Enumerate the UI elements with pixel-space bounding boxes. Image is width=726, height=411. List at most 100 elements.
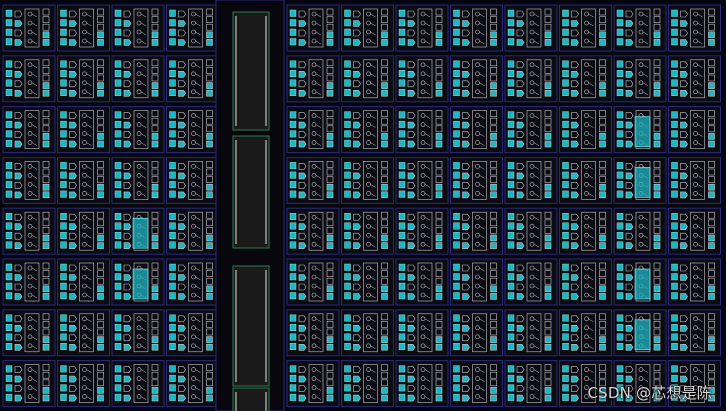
cell-block [453,162,460,170]
cell-block [114,139,122,147]
layout-tile [166,207,219,255]
io-cell [42,183,50,191]
gate-shape [178,191,186,199]
cell-block [562,139,569,147]
cell-block [5,190,13,198]
io-cell [97,133,104,140]
io-cell [381,39,388,46]
cell-block [616,333,624,341]
cell-block [562,212,569,220]
cell-block [5,241,13,249]
gate-shape [407,223,416,230]
cell-block [344,365,351,373]
gate-shape [625,191,634,199]
cell-block [344,393,351,401]
cell-block [60,343,67,350]
cell-block [398,282,406,290]
io-cell [599,191,606,199]
cell-block [289,292,297,300]
gate-shape [516,39,525,46]
cell-block [114,384,122,392]
cell-block [453,79,460,87]
layout-tile [504,360,558,408]
io-cell [708,336,715,343]
gate-shape [69,242,77,249]
io-cell [151,183,159,191]
io-cell [544,285,552,293]
cell-block [562,19,569,27]
cell-block [169,324,176,331]
gate-shape [462,375,470,383]
cell-block [507,19,515,27]
io-cell [599,31,606,39]
layout-tile [341,207,394,255]
routing-channel [215,0,285,411]
cell-block [616,314,624,322]
cell-block [562,324,569,331]
gate-shape [14,172,23,180]
io-cell [381,89,388,97]
io-cell [653,183,661,191]
layout-canvas[interactable] [0,0,726,411]
cell-block [344,38,351,46]
gate-shape [571,375,579,383]
gate-shape [353,121,361,129]
cell-block [562,343,569,350]
cell-block [289,393,297,401]
cell-block [671,130,678,138]
cell-block [616,38,624,46]
io-cell [544,31,552,39]
layout-tile [57,4,110,52]
gate-shape [353,20,361,27]
cell-block [289,139,297,147]
cell-block [398,79,406,87]
io-cell [544,183,552,191]
cell-block [507,181,515,189]
cell-block [289,273,297,281]
gate-shape [625,274,634,281]
io-cell [653,39,661,46]
io-cell [381,336,388,343]
layout-tile [395,309,449,357]
cell-block [169,314,176,322]
cell-block [671,241,678,249]
layout-tile [286,258,340,306]
cell-block [169,171,176,179]
gate-shape [462,394,470,402]
cell-block [398,139,406,147]
io-cell [206,39,213,46]
cell-block [169,70,176,78]
gate-shape [123,39,132,46]
cell-block [60,38,67,46]
gate-shape [298,172,307,180]
cell-block [5,273,13,281]
io-cell [599,82,606,89]
io-cell [326,336,334,343]
cell-block [453,38,460,46]
layout-tile [613,106,667,154]
gate-shape [69,223,77,230]
gate-shape [123,274,132,281]
io-cell [381,387,388,394]
gate-shape [353,344,361,351]
io-cell [490,31,497,39]
io-cell [326,133,334,140]
io-cell [490,394,497,402]
cell-block [114,231,122,239]
layout-tile [111,207,165,255]
io-cell [151,234,159,242]
cell-block [60,273,67,281]
io-cell [653,191,661,199]
cell-block [169,139,176,147]
cell-block [169,365,176,373]
cell-block [671,231,678,239]
cell-block [60,79,67,87]
io-cell [599,133,606,140]
io-cell [151,293,159,300]
layout-tile [395,55,449,103]
layout-tile [668,55,721,103]
cell-block [453,365,460,373]
layout-tile [286,309,340,357]
io-cell [326,82,334,89]
io-cell [708,293,715,300]
